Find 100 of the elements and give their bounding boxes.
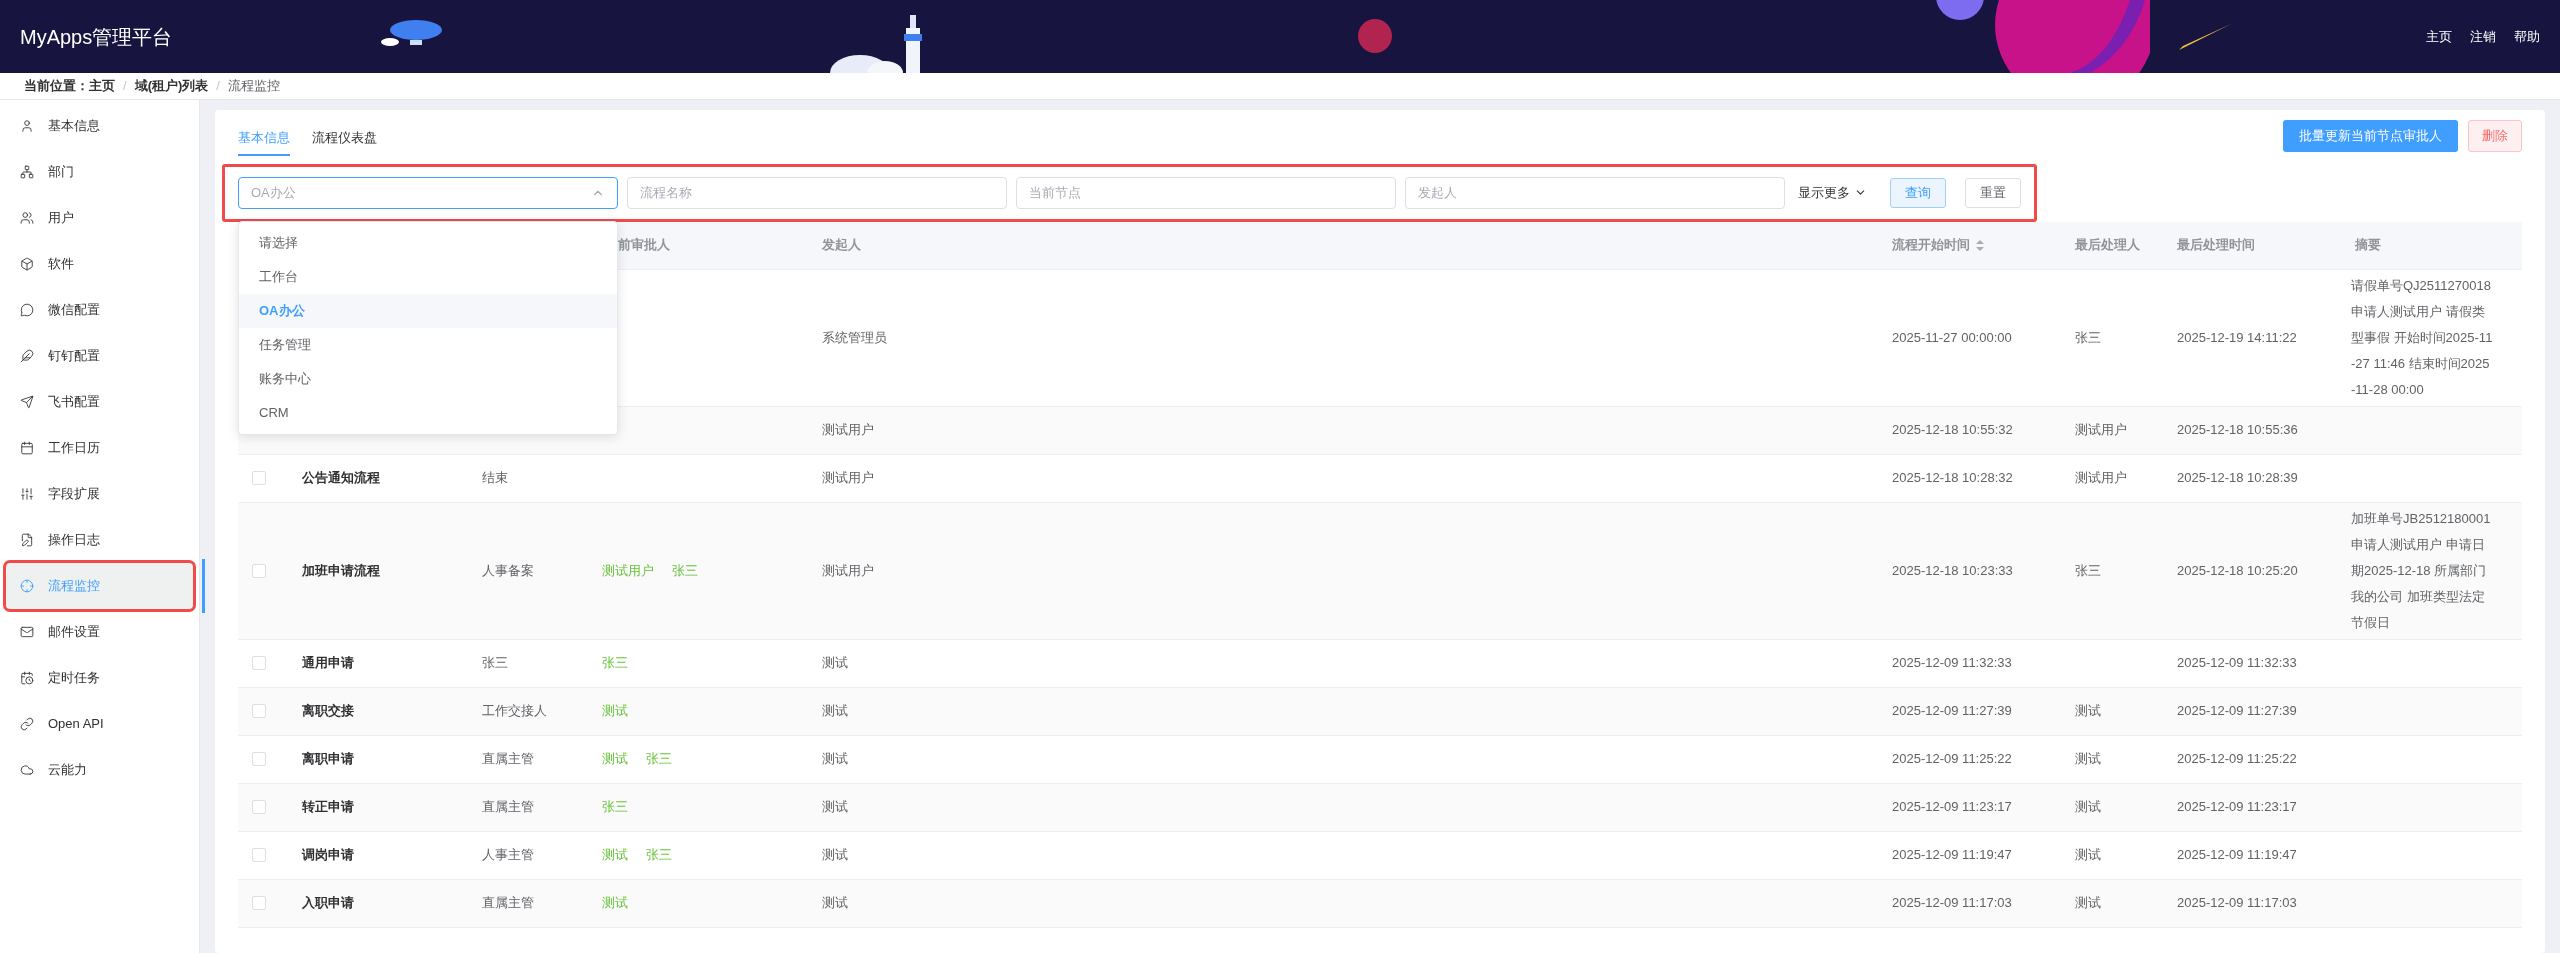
table-cell: 测试 (822, 895, 848, 911)
approver-name: 张三 (602, 798, 628, 817)
dropdown-option[interactable]: CRM (239, 395, 617, 430)
sidebar-item[interactable]: Open API (0, 701, 199, 747)
dropdown-option[interactable]: 请选择 (239, 225, 617, 260)
table-cell: 2025-12-18 10:23:33 (1892, 562, 2013, 578)
breadcrumb-label: 当前位置： (24, 77, 89, 96)
header-link[interactable]: 主页 (2426, 26, 2452, 47)
table-cell: 2025-12-18 10:25:20 (2177, 562, 2298, 578)
checkbox[interactable] (252, 704, 266, 718)
column-header: 最后处理人 (2075, 236, 2140, 255)
table-cell: 2025-12-09 11:19:47 (2177, 847, 2297, 863)
table-cell: 2025-12-09 11:25:22 (2177, 751, 2297, 767)
table-cell: 离职交接 (302, 703, 354, 719)
table-cell: 离职申请 (302, 751, 354, 767)
feather-icon (20, 349, 34, 363)
dropdown-option[interactable]: 账务中心 (239, 361, 617, 396)
breadcrumb-item[interactable]: 主页 (89, 76, 115, 96)
sliders-icon (20, 487, 34, 501)
table-cell: 测试 (822, 751, 848, 767)
approver-name: 测试 (602, 894, 628, 913)
breadcrumb-item[interactable]: 域(租户)列表 (134, 76, 209, 96)
sort-icon[interactable] (1976, 239, 1984, 251)
sidebar-item[interactable]: 工作日历 (0, 425, 199, 471)
table-cell: 转正申请 (302, 799, 354, 815)
checkbox[interactable] (252, 800, 266, 814)
table-cell: 测试 (822, 703, 848, 719)
approver-name: 张三 (602, 654, 628, 673)
checkbox[interactable] (252, 752, 266, 766)
table-cell: 2025-12-09 11:17:03 (2177, 895, 2297, 911)
calendar-clock-icon (20, 671, 34, 685)
table-cell: 系统管理员 (822, 329, 887, 345)
table-cell: 2025-12-09 11:17:03 (1892, 895, 2012, 911)
chat-bubble-icon (20, 303, 34, 317)
search-field[interactable]: 发起人 (1405, 176, 1785, 209)
crosshair-icon (20, 579, 34, 593)
paper-plane-icon (20, 395, 34, 409)
table-cell: 公告通知流程 (302, 470, 380, 486)
checkbox[interactable] (252, 471, 266, 485)
reset-button[interactable]: 重置 (1965, 177, 2021, 208)
checkbox[interactable] (252, 656, 266, 670)
table-cell: 直属主管 (482, 895, 534, 911)
table-cell: 测试 (822, 847, 848, 863)
column-header: 前审批人 (618, 236, 670, 255)
table-cell: 2025-12-09 11:23:17 (1892, 799, 2012, 815)
checkbox[interactable] (252, 896, 266, 910)
sidebar-item[interactable]: 操作日志 (0, 517, 199, 563)
table-cell: 人事备案 (482, 562, 534, 578)
table-cell: 工作交接人 (482, 703, 547, 719)
table-cell: 2025-12-18 10:55:32 (1892, 422, 2013, 438)
sidebar-item[interactable]: 用户 (0, 195, 199, 241)
breadcrumb-separator: / (123, 77, 127, 96)
dropdown-option[interactable]: 工作台 (239, 259, 617, 294)
table-cell: 2025-12-09 11:32:33 (2177, 655, 2297, 671)
table-cell: 通用申请 (302, 655, 354, 671)
dropdown-option[interactable]: 任务管理 (239, 327, 617, 362)
active-indicator (202, 559, 205, 613)
planet-drawing (1355, 16, 1395, 56)
approver-name: 测试 (602, 702, 628, 721)
show-more-button[interactable]: 显示更多 (1798, 182, 1867, 203)
users-icon (20, 211, 34, 225)
table-cell: 张三 (482, 655, 508, 671)
table-cell: 测试用户 (2075, 422, 2127, 438)
sidebar-item[interactable]: 邮件设置 (0, 609, 199, 655)
header-link[interactable]: 帮助 (2514, 26, 2540, 47)
table-cell: 测试 (2075, 895, 2101, 911)
calendar-icon (20, 441, 34, 455)
table-cell: 2025-12-18 10:55:36 (2177, 422, 2298, 438)
column-header: 发起人 (822, 236, 861, 255)
table-cell: 2025-12-19 14:11:22 (2177, 329, 2297, 345)
sidebar-item[interactable]: 云能力 (0, 747, 199, 793)
cube-icon (20, 257, 34, 271)
sidebar-item[interactable]: 定时任务 (0, 655, 199, 701)
sidebar-item[interactable]: 飞书配置 (0, 379, 199, 425)
approver-name: 张三 (672, 561, 698, 580)
search-field[interactable]: 流程名称 (627, 176, 1007, 209)
header-link[interactable]: 注销 (2470, 26, 2496, 47)
summary-text: 加班单号JB2512180001 申请人测试用户 申请日期2025-12-18 所属部门我的公司 加班类型法定节假日 (2351, 509, 2492, 632)
search-field[interactable]: 当前节点 (1016, 176, 1396, 209)
link-icon (20, 717, 34, 731)
tab[interactable]: 流程仪表盘 (312, 128, 377, 156)
sidebar-item[interactable]: 微信配置 (0, 287, 199, 333)
cloud-icon (20, 763, 34, 777)
sidebar-item[interactable]: 钉钉配置 (0, 333, 199, 379)
table-cell: 2025-12-09 11:23:17 (2177, 799, 2297, 815)
breadcrumb-separator: / (216, 77, 220, 96)
table-cell: 测试用户 (822, 470, 874, 486)
sidebar-item[interactable]: 字段扩展 (0, 471, 199, 517)
table-cell: 测试 (2075, 703, 2101, 719)
table-cell: 入职申请 (302, 895, 354, 911)
checkbox[interactable] (252, 848, 266, 862)
breadcrumb-item[interactable]: 流程监控 (227, 76, 280, 96)
approver-name: 测试 (602, 750, 628, 769)
sidebar-item[interactable]: 软件 (0, 241, 199, 287)
table-cell: 2025-12-09 11:27:39 (1892, 703, 2012, 719)
table-cell: 直属主管 (482, 751, 534, 767)
checkbox[interactable] (252, 563, 266, 578)
table-cell: 2025-12-09 11:25:22 (1892, 751, 2012, 767)
sidebar-item[interactable]: 基本信息 (0, 103, 199, 149)
sidebar-item[interactable]: 部门 (0, 149, 199, 195)
